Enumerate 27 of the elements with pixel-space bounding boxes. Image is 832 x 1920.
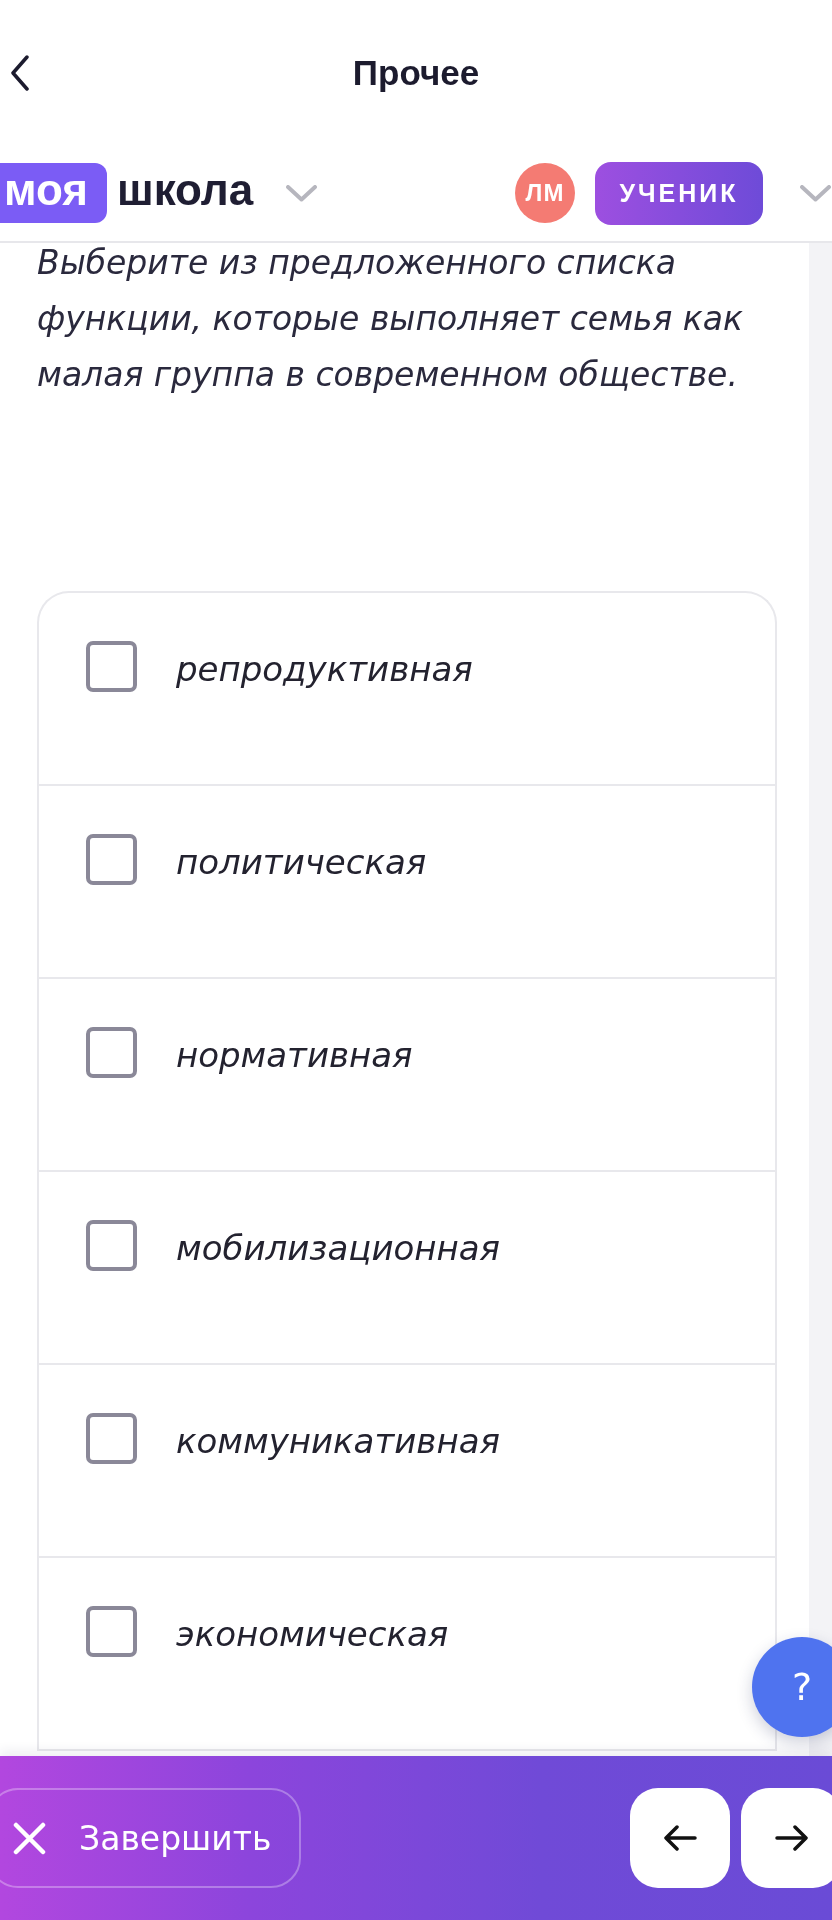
option-label[interactable]: репродуктивная (176, 644, 473, 695)
checkbox[interactable] (86, 1606, 137, 1657)
checkbox[interactable] (86, 1220, 137, 1271)
checkbox[interactable] (86, 1413, 137, 1464)
checkbox[interactable] (86, 1027, 137, 1078)
option-label[interactable]: коммуникативная (176, 1416, 500, 1467)
checkbox[interactable] (86, 834, 137, 885)
option-label[interactable]: мобилизационная (176, 1223, 501, 1274)
logo-text: школа (116, 168, 254, 216)
back-button[interactable] (10, 54, 30, 91)
finish-button[interactable]: Завершить (0, 1788, 302, 1888)
page-title: Прочее (352, 51, 480, 94)
checkbox[interactable] (86, 641, 137, 692)
question-text: Выберите из предложенного списка функции, которые выполняет семья как малая группа в современном обществе. (37, 243, 744, 396)
role-badge: УЧЕНИК (595, 161, 763, 225)
close-icon (13, 1821, 46, 1855)
chevron-down-icon[interactable] (800, 184, 831, 202)
option-label[interactable]: нормативная (176, 1030, 413, 1081)
arrow-right-icon (774, 1825, 808, 1851)
next-button[interactable] (741, 1788, 832, 1888)
chevron-down-icon[interactable] (286, 184, 318, 202)
option-label[interactable]: политическая (176, 837, 427, 888)
back-icon (10, 54, 30, 91)
option-label[interactable]: экономическая (176, 1609, 449, 1660)
previous-button[interactable] (630, 1788, 730, 1888)
logo-badge: моя (0, 163, 107, 223)
arrow-left-icon (663, 1825, 697, 1851)
